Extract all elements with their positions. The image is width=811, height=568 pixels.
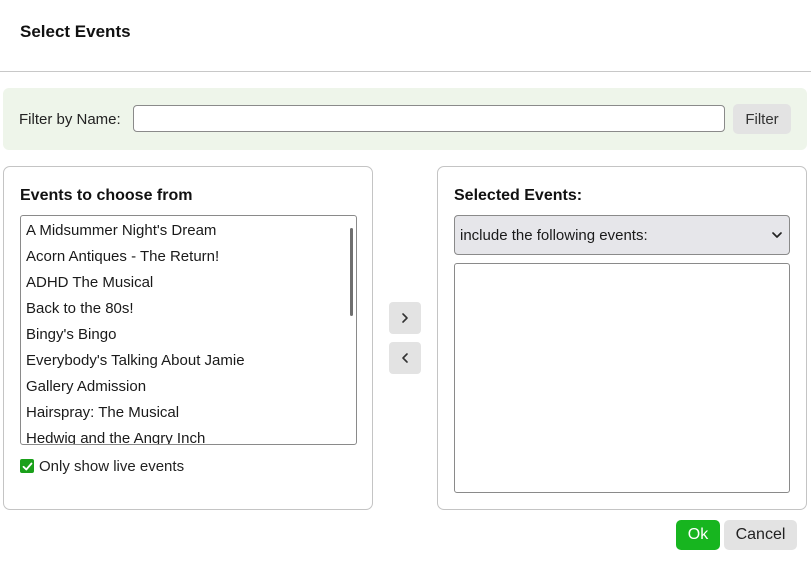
filter-bar: Filter by Name: Filter [3, 88, 807, 150]
list-item[interactable]: Gallery Admission [21, 374, 356, 400]
list-item[interactable]: Bingy's Bingo [21, 322, 356, 348]
list-item[interactable]: Hedwig and the Angry Inch [21, 426, 356, 444]
available-events-panel: Events to choose from A Midsummer Night'… [3, 166, 373, 510]
cancel-button[interactable]: Cancel [724, 520, 797, 550]
chevron-right-icon [402, 313, 408, 323]
list-item[interactable]: ADHD The Musical [21, 270, 356, 296]
chevron-down-icon [772, 232, 782, 238]
available-events-list[interactable]: A Midsummer Night's Dream Acorn Antiques… [20, 215, 357, 445]
list-item[interactable]: Everybody's Talking About Jamie [21, 348, 356, 374]
select-events-dialog: Select Events Filter by Name: Filter Eve… [0, 0, 811, 568]
include-mode-select[interactable]: include the following events: [454, 215, 790, 255]
live-events-toggle[interactable]: Only show live events [20, 457, 184, 475]
dialog-header: Select Events [0, 0, 811, 72]
include-mode-value: include the following events: [460, 226, 648, 244]
live-events-checkbox[interactable] [20, 459, 34, 473]
list-item[interactable]: A Midsummer Night's Dream [21, 218, 356, 244]
filter-name-input[interactable] [133, 105, 725, 132]
remove-selected-button[interactable] [389, 342, 421, 374]
list-item[interactable]: Back to the 80s! [21, 296, 356, 322]
selected-events-heading: Selected Events: [454, 187, 583, 204]
selected-events-panel: Selected Events: include the following e… [437, 166, 807, 510]
list-item[interactable]: Hairspray: The Musical [21, 400, 356, 426]
add-selected-button[interactable] [389, 302, 421, 334]
list-scrollbar[interactable] [350, 228, 353, 316]
filter-button[interactable]: Filter [733, 104, 791, 134]
list-item[interactable]: Acorn Antiques - The Return! [21, 244, 356, 270]
chevron-left-icon [402, 353, 408, 363]
dialog-title: Select Events [20, 22, 131, 41]
ok-button[interactable]: Ok [676, 520, 720, 550]
live-events-label: Only show live events [39, 457, 185, 475]
selected-events-list[interactable] [454, 263, 790, 493]
filter-label: Filter by Name: [19, 111, 121, 128]
checkmark-icon [22, 462, 32, 470]
available-events-heading: Events to choose from [20, 187, 193, 204]
